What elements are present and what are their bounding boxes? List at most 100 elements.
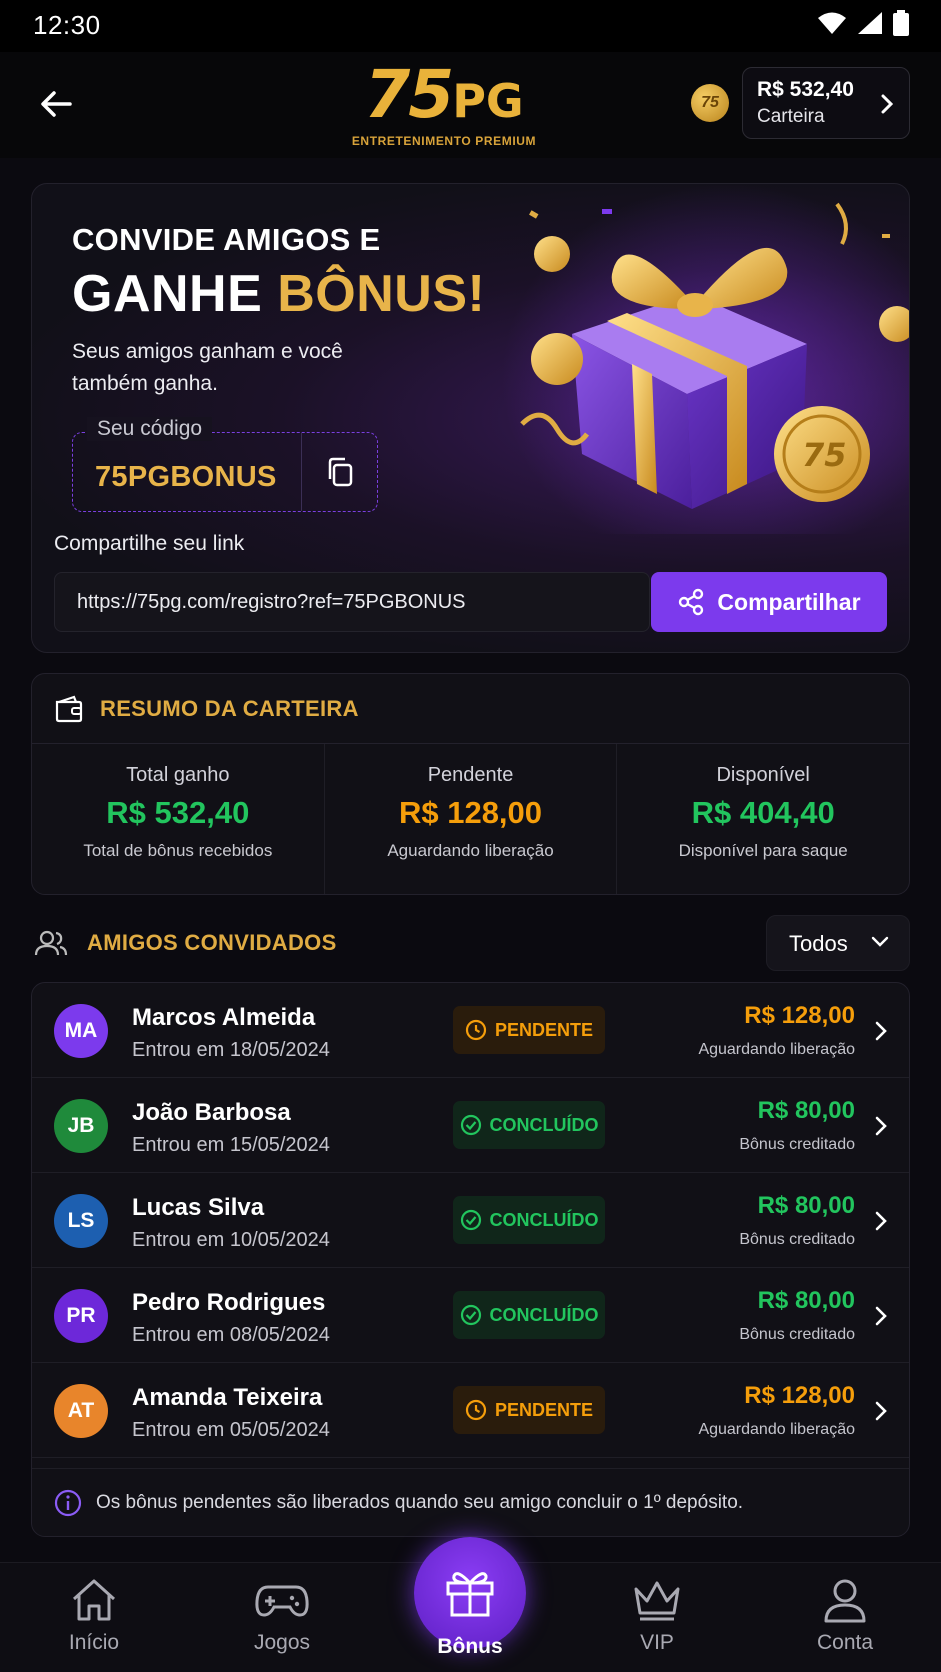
logo-number: 75 <box>364 56 454 133</box>
avatar: AT <box>54 1384 108 1438</box>
chevron-right-icon <box>875 1021 887 1041</box>
friend-bonus-amount: R$ 80,00 <box>757 1287 855 1314</box>
hero-title-gold: BÔNUS! <box>277 265 486 323</box>
wallet-icon <box>55 695 83 722</box>
filter-selected-value: Todos <box>789 931 848 956</box>
gift-icon <box>446 1572 494 1617</box>
check-circle-icon <box>460 1114 481 1136</box>
share-link-field[interactable]: https://75pg.com/registro?ref=75PGBONUS <box>54 572 650 632</box>
friend-join-date: Entrou em 05/05/2024 <box>132 1419 330 1441</box>
logo-pg: PG <box>452 74 524 128</box>
friend-row[interactable]: LS Lucas Silva Entrou em 10/05/2024 CONCLUÍ… <box>32 1173 909 1268</box>
nav-label: Início <box>68 1631 120 1654</box>
status-badge-label: CONCLUÍDO <box>489 1209 599 1230</box>
svg-text:75: 75 <box>802 436 847 474</box>
friend-row[interactable]: PR Pedro Rodrigues Entrou em 08/05/2024 CON… <box>32 1268 909 1363</box>
friend-bonus-desc: Aguardando liberação <box>698 1041 855 1058</box>
users-icon <box>34 930 68 956</box>
friends-list: MA Marcos Almeida Entrou em 18/05/2024 PEND… <box>31 982 910 1537</box>
friend-row[interactable]: AT Amanda Teixeira Entrou em 05/05/2024 PEN… <box>32 1363 909 1458</box>
summary-desc: Aguardando liberação <box>387 841 554 860</box>
chevron-right-icon <box>875 1306 887 1326</box>
nav-item-bonus[interactable] <box>414 1537 526 1649</box>
copy-code-button[interactable] <box>301 433 377 511</box>
signal-icon <box>858 12 882 34</box>
back-arrow-icon[interactable] <box>36 84 76 124</box>
friend-row[interactable]: MA Marcos Almeida Entrou em 18/05/2024 PEND… <box>32 983 909 1078</box>
nav-item-vip[interactable]: VIP <box>597 1577 717 1655</box>
copy-icon <box>328 457 352 487</box>
friend-bonus-desc: Bônus creditado <box>739 1326 855 1343</box>
friend-join-date: Entrou em 08/05/2024 <box>132 1324 330 1346</box>
crown-icon <box>634 1581 680 1621</box>
friend-bonus-amount: R$ 128,00 <box>744 1382 855 1409</box>
nav-item-inicio[interactable]: Início <box>34 1577 154 1655</box>
chevron-right-icon <box>875 1116 887 1136</box>
app-header: 75PG ENTRETENIMENTO PREMIUM 75 R$ 532,40… <box>0 52 941 158</box>
status-badge: PENDENTE <box>453 1006 605 1054</box>
friend-row[interactable]: JB João Barbosa Entrou em 15/05/2024 CONCLU… <box>32 1078 909 1173</box>
wallet-button[interactable]: R$ 532,40 Carteira <box>742 67 910 139</box>
referral-code-value: 75PGBONUS <box>95 461 277 493</box>
summary-label: Total ganho <box>126 764 230 786</box>
invite-hero-card: 75 CONVIDE AMIGOS E GANHE BÔNUS! Seus am… <box>31 183 910 653</box>
status-badge: CONCLUÍDO <box>453 1101 605 1149</box>
friend-join-date: Entrou em 15/05/2024 <box>132 1134 330 1156</box>
summary-desc: Disponível para saque <box>678 841 848 860</box>
summary-desc: Total de bônus recebidos <box>83 841 273 860</box>
referral-code-box: Seu código 75PGBONUS <box>72 417 378 512</box>
summary-available: Disponível R$ 404,40 Disponível para saq… <box>616 744 909 894</box>
summary-value: R$ 404,40 <box>691 795 835 830</box>
nav-item-conta[interactable]: Conta <box>785 1577 905 1655</box>
info-note-text: Os bônus pendentes são liberados quando … <box>96 1491 744 1513</box>
status-badge-label: CONCLUÍDO <box>489 1114 599 1135</box>
avatar: LS <box>54 1194 108 1248</box>
summary-value: R$ 532,40 <box>106 795 250 830</box>
friends-section-header: AMIGOS CONVIDADOS Todos <box>31 915 910 971</box>
friend-join-date: Entrou em 18/05/2024 <box>132 1039 330 1061</box>
nav-label-bonus: Bônus <box>437 1635 503 1658</box>
hero-title-line1: CONVIDE AMIGOS E <box>72 222 381 257</box>
wallet-summary-card: RESUMO DA CARTEIRA Total ganho R$ 532,40… <box>31 673 910 895</box>
wallet-summary-header: RESUMO DA CARTEIRA <box>32 674 909 744</box>
app-logo: 75PG ENTRETENIMENTO PREMIUM <box>349 56 539 149</box>
avatar: PR <box>54 1289 108 1343</box>
friend-name: Marcos Almeida <box>132 1004 316 1031</box>
check-circle-icon <box>460 1304 481 1326</box>
bottom-nav: Início Jogos Bônus VIP Conta <box>0 1537 941 1672</box>
friend-join-date: Entrou em 10/05/2024 <box>132 1229 330 1251</box>
home-icon <box>72 1579 116 1621</box>
status-badge-label: PENDENTE <box>494 1019 593 1040</box>
status-badge: CONCLUÍDO <box>453 1291 605 1339</box>
friends-filter-dropdown[interactable]: Todos <box>766 915 910 971</box>
status-badge: CONCLUÍDO <box>453 1196 605 1244</box>
gift-illustration: 75 <box>502 184 909 534</box>
summary-value: R$ 128,00 <box>398 795 543 830</box>
gamepad-icon <box>255 1585 309 1617</box>
battery-icon <box>893 10 909 36</box>
nav-item-jogos[interactable]: Jogos <box>222 1577 342 1655</box>
status-icons <box>817 10 909 36</box>
referral-code-label: Seu código <box>87 417 213 441</box>
summary-total-earned: Total ganho R$ 532,40 Total de bônus rec… <box>32 744 324 894</box>
info-note: Os bônus pendentes são liberados quando … <box>32 1468 909 1536</box>
nav-label: Conta <box>816 1631 874 1654</box>
share-button[interactable]: Compartilhar <box>651 572 887 632</box>
share-button-label: Compartilhar <box>717 588 861 615</box>
wallet-summary-title: RESUMO DA CARTEIRA <box>100 695 359 721</box>
info-icon <box>54 1489 82 1516</box>
hero-title-white: GANHE <box>72 265 278 323</box>
nav-label: Jogos <box>253 1631 311 1654</box>
check-circle-icon <box>460 1209 481 1231</box>
status-badge-label: PENDENTE <box>494 1399 593 1420</box>
friend-bonus-amount: R$ 128,00 <box>744 1002 855 1029</box>
status-badge: PENDENTE <box>453 1386 605 1434</box>
share-icon <box>679 588 704 616</box>
status-time: 12:30 <box>33 10 101 40</box>
chevron-down-icon <box>871 936 889 947</box>
avatar: JB <box>54 1099 108 1153</box>
chevron-right-icon <box>875 1401 887 1421</box>
share-link-label: Compartilhe seu link <box>54 532 245 555</box>
friend-name: Pedro Rodrigues <box>132 1289 326 1316</box>
nav-label: VIP <box>640 1631 674 1654</box>
